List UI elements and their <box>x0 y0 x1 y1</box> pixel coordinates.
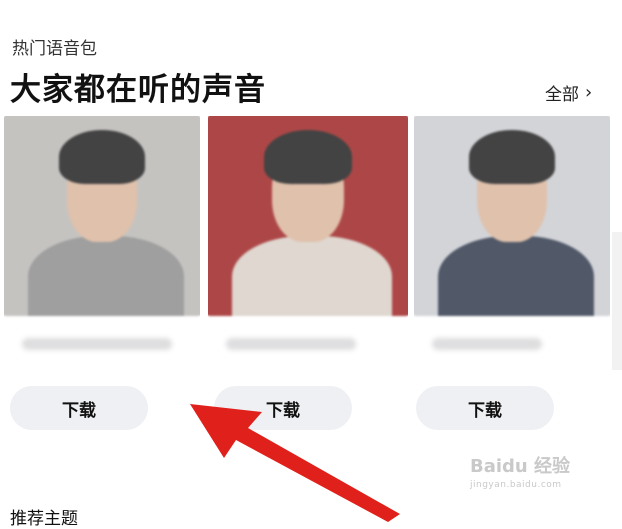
see-all-label: 全部 <box>545 85 579 105</box>
chevron-right-icon: › <box>585 82 593 103</box>
baidu-watermark: Baidu 经验 jingyan.baidu.com <box>470 452 570 490</box>
next-card-peek <box>612 232 622 370</box>
watermark-url: jingyan.baidu.com <box>470 480 562 490</box>
voice-pack-carousel <box>0 116 622 370</box>
download-button[interactable]: 下载 <box>10 386 148 430</box>
section-subtitle: 热门语音包 <box>12 39 97 59</box>
voice-pack-card[interactable] <box>208 116 408 370</box>
section-title: 大家都在听的声音 <box>10 72 266 108</box>
watermark-text: Baidu 经验 <box>470 456 571 477</box>
see-all-link[interactable]: 全部 › <box>545 80 592 105</box>
download-button[interactable]: 下载 <box>416 386 554 430</box>
voice-pack-card[interactable] <box>414 116 610 370</box>
voice-pack-card[interactable] <box>4 116 200 370</box>
next-section-label: 推荐主题 <box>10 509 78 529</box>
download-button[interactable]: 下载 <box>214 386 352 430</box>
